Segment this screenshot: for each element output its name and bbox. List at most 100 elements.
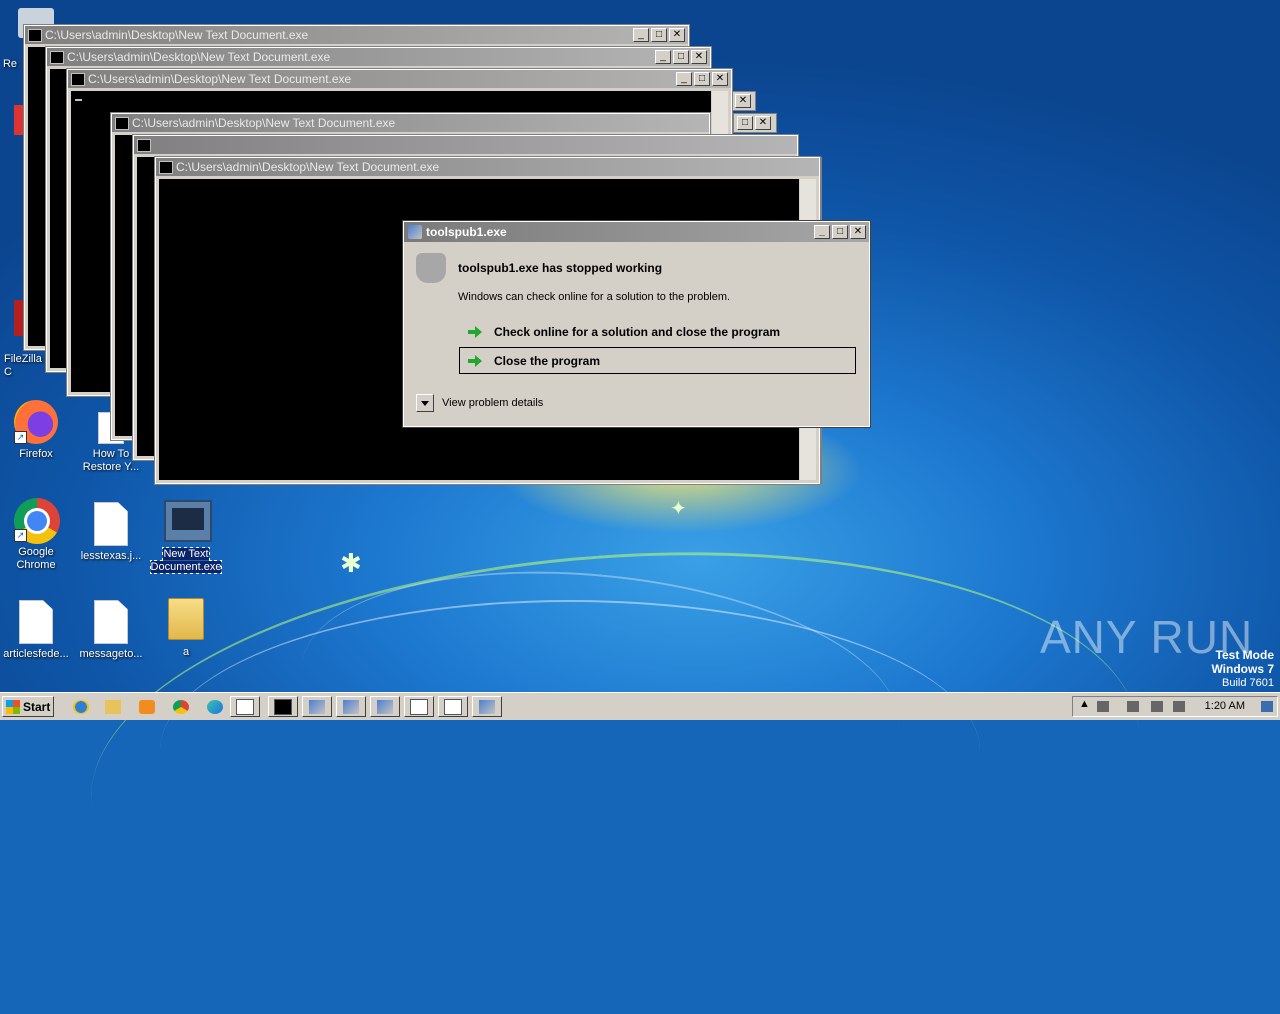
desktop-icon-firefox[interactable]: ↗ Firefox xyxy=(0,400,72,461)
desktop-icon-label: a xyxy=(182,646,190,658)
dialog-heading: toolspub1.exe has stopped working xyxy=(458,261,663,275)
test-mode-info: Test Mode Windows 7 Build 7601 xyxy=(1211,648,1274,690)
clock[interactable]: 1:20 AM xyxy=(1205,700,1245,712)
show-desktop-icon[interactable] xyxy=(1261,701,1273,712)
desktop-icon-lesstexas[interactable]: lesstexas.j... xyxy=(75,502,147,563)
window-titlebar[interactable]: C:\Users\admin\Desktop\New Text Document… xyxy=(25,26,688,44)
speaker-icon[interactable] xyxy=(1127,701,1139,712)
desktop-icon-filezilla[interactable]: FileZilla C xyxy=(4,353,44,379)
window-titlebar[interactable]: C:\Users\admin\Desktop\New Text Document… xyxy=(68,70,731,88)
system-tray: ▲ 1:20 AM xyxy=(1072,696,1278,717)
taskbar-button[interactable] xyxy=(302,696,332,717)
desktop-icon-folder-a[interactable]: a xyxy=(150,598,222,659)
taskbar-button[interactable] xyxy=(268,696,298,717)
taskbar-button[interactable] xyxy=(472,696,502,717)
maximize-icon[interactable]: □ xyxy=(737,116,753,130)
window-title: C:\Users\admin\Desktop\New Text Document… xyxy=(132,116,396,130)
taskbar-button[interactable] xyxy=(438,696,468,717)
close-program-option[interactable]: Close the program xyxy=(459,347,856,374)
start-label: Start xyxy=(23,699,51,714)
window-title: C:\Users\admin\Desktop\New Text Document… xyxy=(176,160,440,174)
media-player-launch[interactable] xyxy=(132,696,162,717)
minimize-icon[interactable]: _ xyxy=(633,28,649,42)
window-titlebar[interactable] xyxy=(134,136,797,154)
check-online-option[interactable]: Check online for a solution and close th… xyxy=(459,318,856,345)
desktop-icon-label: lesstexas.j... xyxy=(80,550,142,562)
desktop-icon-label: FileZilla C xyxy=(4,353,42,378)
taskbar-button[interactable] xyxy=(336,696,366,717)
desktop-icon-articlesfede[interactable]: articlesfede... xyxy=(0,600,72,661)
app-icon xyxy=(479,699,495,714)
network-icon[interactable] xyxy=(1151,701,1163,712)
console-icon xyxy=(274,698,292,715)
close-icon[interactable]: ✕ xyxy=(755,116,771,130)
window-titlebar[interactable]: C:\Users\admin\Desktop\New Text Document… xyxy=(47,48,710,66)
desktop-icon-label: messageto... xyxy=(79,648,143,660)
close-icon[interactable]: ✕ xyxy=(735,94,751,108)
close-icon[interactable]: ✕ xyxy=(691,50,707,64)
test-mode-line: Test Mode xyxy=(1215,648,1274,662)
view-details-toggle[interactable]: View problem details xyxy=(416,394,543,412)
desktop-icon-label: Re xyxy=(2,58,18,70)
window-title: C:\Users\admin\Desktop\New Text Document… xyxy=(88,72,352,86)
app-icon xyxy=(343,699,359,714)
taskbar-button[interactable] xyxy=(370,696,400,717)
minimize-icon[interactable]: _ xyxy=(814,225,830,239)
start-button[interactable]: Start xyxy=(2,696,54,717)
maximize-icon[interactable]: □ xyxy=(832,225,848,239)
wallpaper-sparkle: ✦ xyxy=(670,498,687,520)
details-label: View problem details xyxy=(442,397,544,409)
green-arrow-icon xyxy=(466,322,486,342)
error-dialog[interactable]: toolspub1.exe _ □ ✕ toolspub1.exe has st… xyxy=(402,220,871,428)
window-title: C:\Users\admin\Desktop\New Text Document… xyxy=(67,50,331,64)
desktop-icon-chrome[interactable]: ↗ Google Chrome xyxy=(0,498,72,572)
maximize-icon[interactable]: □ xyxy=(673,50,689,64)
action-center-icon[interactable] xyxy=(1097,701,1109,712)
taskbar-button[interactable] xyxy=(404,696,434,717)
maximize-icon[interactable]: □ xyxy=(694,72,710,86)
chevron-down-icon[interactable] xyxy=(416,394,434,412)
app-icon xyxy=(408,225,422,239)
taskbar: Start ▲ 1:20 AM xyxy=(0,692,1280,720)
program-icon xyxy=(416,253,446,283)
media-player-icon xyxy=(139,699,155,714)
desktop-icon-label: Google Chrome xyxy=(16,546,56,571)
dialog-titlebar[interactable]: toolspub1.exe _ □ ✕ xyxy=(404,222,869,242)
minimize-icon[interactable]: _ xyxy=(676,72,692,86)
chevron-up-icon[interactable]: ▲ xyxy=(1079,698,1090,710)
console-icon xyxy=(115,117,129,130)
desktop-icon-label: Firefox xyxy=(19,448,53,460)
console-icon xyxy=(50,51,64,64)
shortcut-arrow-icon: ↗ xyxy=(14,529,27,542)
window-icon xyxy=(444,698,462,715)
maximize-icon[interactable]: □ xyxy=(651,28,667,42)
blank-file-icon xyxy=(94,502,128,546)
app-icon xyxy=(309,699,325,714)
flag-icon[interactable] xyxy=(1173,701,1185,712)
close-icon[interactable]: ✕ xyxy=(712,72,728,86)
chrome-launch[interactable] xyxy=(166,696,196,717)
desktop-icon-new-text-document[interactable]: New Text Document.exe xyxy=(149,500,223,574)
window-icon xyxy=(410,698,428,715)
dialog-subtitle: Windows can check online for a solution … xyxy=(458,291,731,303)
close-icon[interactable]: ✕ xyxy=(669,28,685,42)
explorer-launch[interactable] xyxy=(98,696,128,717)
windows-version-line: Windows 7 xyxy=(1211,662,1274,676)
acrobat-icon[interactable] xyxy=(14,105,24,135)
filezilla-icon[interactable] xyxy=(14,300,24,336)
ie-launch[interactable] xyxy=(66,696,96,717)
chrome-icon xyxy=(173,699,189,714)
window-titlebar[interactable]: C:\Users\admin\Desktop\New Text Document… xyxy=(156,158,819,176)
desktop-icon-messageto[interactable]: messageto... xyxy=(75,600,147,661)
desktop-icon-label: How To Restore Y... xyxy=(82,448,140,473)
edge-launch[interactable] xyxy=(200,696,230,717)
minimize-icon[interactable]: _ xyxy=(655,50,671,64)
window-title: C:\Users\admin\Desktop\New Text Document… xyxy=(45,28,309,42)
wallpaper-sparkle: ✱ xyxy=(340,548,362,578)
window-frame: ✕ xyxy=(730,91,756,111)
window-titlebar[interactable]: C:\Users\admin\Desktop\New Text Document… xyxy=(112,114,709,132)
close-button[interactable]: ✕ xyxy=(850,225,866,239)
edge-icon xyxy=(207,699,223,714)
window-frame: □✕ xyxy=(733,113,777,133)
taskbar-button[interactable] xyxy=(230,696,260,717)
